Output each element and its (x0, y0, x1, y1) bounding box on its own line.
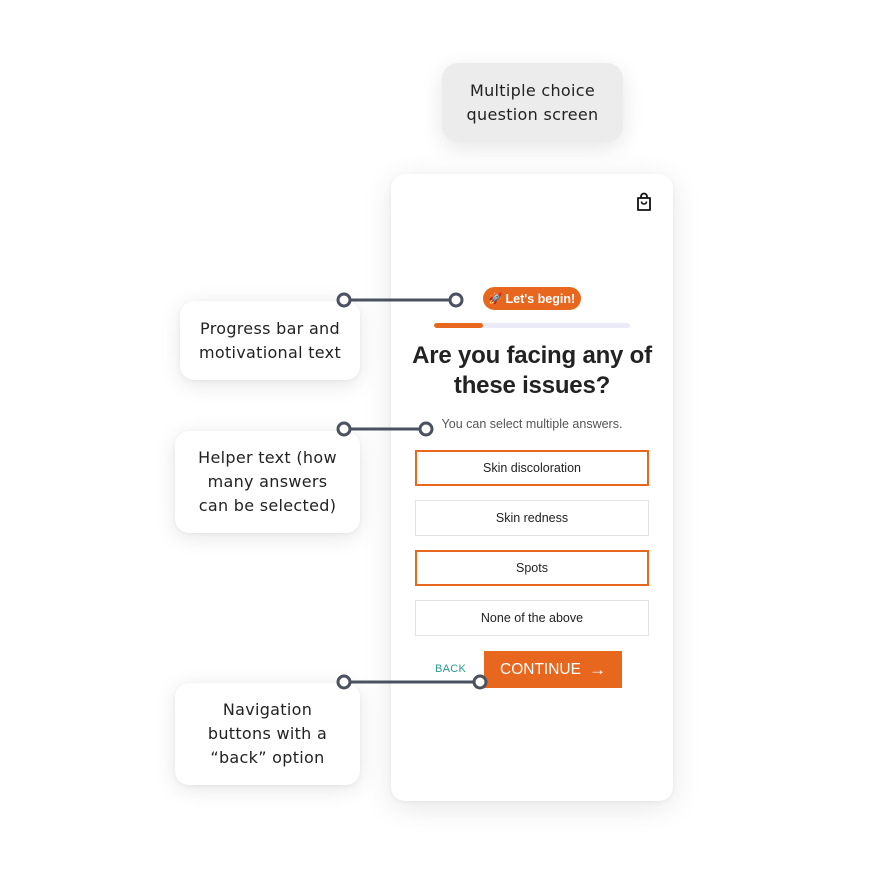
progress-bar (434, 323, 630, 328)
phone-screen: 🚀 Let's begin! Are you facing any of the… (391, 174, 673, 801)
continue-button[interactable]: CONTINUE → (484, 651, 622, 688)
progress-callout: Progress bar and motivational text (180, 301, 360, 380)
question-title: Are you facing any of these issues? (412, 342, 652, 399)
motivational-badge: 🚀 Let's begin! (483, 287, 581, 310)
answer-option[interactable]: Skin discoloration (415, 450, 649, 486)
answer-option[interactable]: Skin redness (415, 500, 649, 536)
progress-fill (434, 323, 483, 328)
arrow-right-icon: → (588, 659, 606, 679)
rocket-icon: 🚀 (488, 293, 503, 305)
answer-option[interactable]: Spots (415, 550, 649, 586)
helper-text: You can select multiple answers. (441, 417, 623, 431)
answer-option[interactable]: None of the above (415, 600, 649, 636)
badge-label: Let's begin! (505, 291, 576, 306)
back-button[interactable]: BACK (435, 663, 466, 675)
shopping-bag-icon[interactable] (635, 192, 653, 212)
navigation-callout: Navigation buttons with a “back” option (175, 683, 360, 785)
helper-callout: Helper text (how many answers can be sel… (175, 431, 360, 533)
continue-label: CONTINUE (500, 660, 581, 678)
title-badge: Multiple choice question screen (442, 63, 623, 142)
